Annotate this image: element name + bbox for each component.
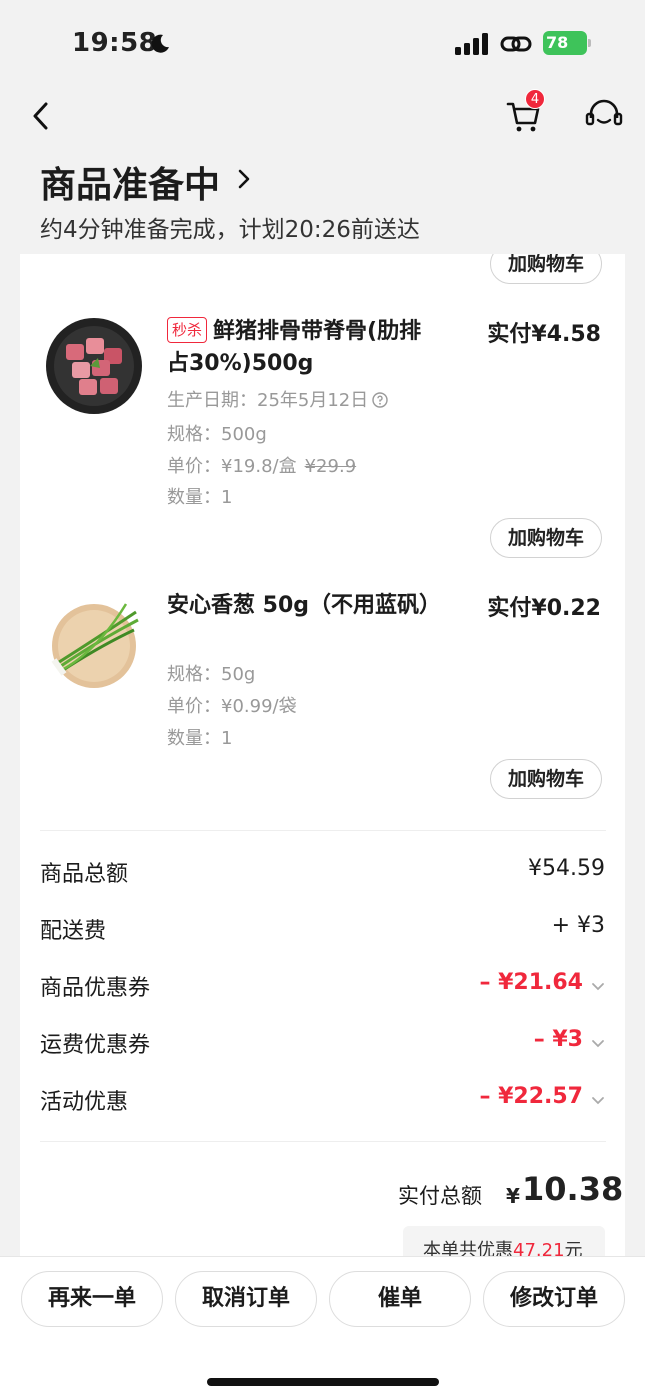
link-icon — [500, 36, 532, 52]
order-status-title[interactable]: 商品准备中 — [40, 156, 220, 208]
reorder-button[interactable]: 再来一单 — [21, 1271, 163, 1327]
chevron-down-icon[interactable] — [591, 982, 605, 992]
add-to-cart-button[interactable]: 加购物车 — [490, 759, 602, 799]
unit-price: 单价：¥19.8/盒 ¥29.9 — [167, 452, 356, 478]
status-time: 19:58 — [72, 28, 158, 58]
goods-total-value: ¥54.59 — [528, 856, 605, 881]
total-paid-label: 实付总额 — [398, 1184, 482, 1208]
product-spec: 规格：50g — [167, 664, 256, 685]
divider — [40, 830, 606, 831]
delivery-fee-label: 配送费 — [40, 919, 107, 944]
divider — [40, 1141, 606, 1142]
customer-service-icon[interactable] — [584, 98, 624, 134]
shipping-coupon-label[interactable]: 运费优惠券 — [40, 1027, 150, 1059]
activity-discount-label[interactable]: 活动优惠 — [40, 1084, 128, 1116]
activity-discount-value[interactable]: – ¥22.57 — [479, 1084, 583, 1109]
paid-price: 实付¥0.22 — [487, 596, 601, 621]
chevron-down-icon[interactable] — [591, 1096, 605, 1106]
cancel-order-button[interactable]: 取消订单 — [175, 1271, 317, 1327]
back-arrow-icon[interactable] — [24, 98, 60, 134]
battery-cap — [588, 39, 591, 47]
product-name[interactable]: 安心香葱 50g（不用蓝矾） — [167, 590, 441, 622]
product-spec: 规格：500g — [167, 424, 267, 445]
help-icon[interactable] — [372, 392, 388, 408]
product-image-scallion[interactable] — [44, 590, 144, 690]
product-image-pork-ribs[interactable] — [44, 316, 144, 416]
goods-total-label: 商品总额 — [40, 862, 129, 887]
unit-price-text: 单价：¥19.8/盒 — [167, 456, 297, 477]
urge-order-button[interactable]: 催单 — [329, 1271, 471, 1327]
battery-indicator: 78 — [543, 31, 591, 55]
total-paid-value: 10.38 — [522, 1170, 624, 1208]
order-status-subtitle: 约4分钟准备完成，计划20:26前送达 — [40, 217, 420, 243]
paid-price: 实付¥4.58 — [487, 322, 601, 347]
shipping-coupon-value[interactable]: – ¥3 — [534, 1027, 583, 1052]
order-detail-card: 加购物车 秒杀 鲜猪排骨带脊骨(肋排占30%)500g 实付¥4.58 生产日期：… — [20, 254, 625, 1264]
goods-coupon-label[interactable]: 商品优惠券 — [40, 970, 150, 1002]
cart-count-badge: 4 — [525, 89, 545, 109]
original-price: ¥29.9 — [304, 456, 357, 477]
moon-icon — [151, 34, 169, 53]
product-quantity: 数量：1 — [167, 728, 233, 749]
home-indicator[interactable] — [207, 1378, 439, 1386]
chevron-down-icon[interactable] — [591, 1039, 605, 1049]
production-date-text: 生产日期：25年5月12日 — [167, 390, 369, 411]
nav-bar — [0, 86, 645, 146]
add-to-cart-button[interactable]: 加购物车 — [490, 254, 602, 284]
production-date: 生产日期：25年5月12日 — [167, 386, 388, 412]
delivery-fee-value: + ¥3 — [551, 913, 605, 938]
status-bar: 19:58 78 — [0, 0, 645, 86]
product-name[interactable]: 秒杀 鲜猪排骨带脊骨(肋排占30%)500g — [167, 316, 437, 380]
battery-level: 78 — [543, 31, 587, 55]
total-paid-currency: ¥ — [506, 1184, 520, 1208]
add-to-cart-button[interactable]: 加购物车 — [490, 518, 602, 558]
signal-icon — [455, 33, 488, 55]
modify-order-button[interactable]: 修改订单 — [483, 1271, 625, 1327]
bottom-action-bar: 再来一单 取消订单 催单 修改订单 — [0, 1256, 645, 1398]
flash-sale-tag: 秒杀 — [167, 317, 208, 343]
product-quantity: 数量：1 — [167, 487, 233, 508]
goods-coupon-value[interactable]: – ¥21.64 — [479, 970, 583, 995]
unit-price: 单价：¥0.99/袋 — [167, 696, 297, 717]
chevron-right-icon[interactable] — [234, 166, 254, 192]
